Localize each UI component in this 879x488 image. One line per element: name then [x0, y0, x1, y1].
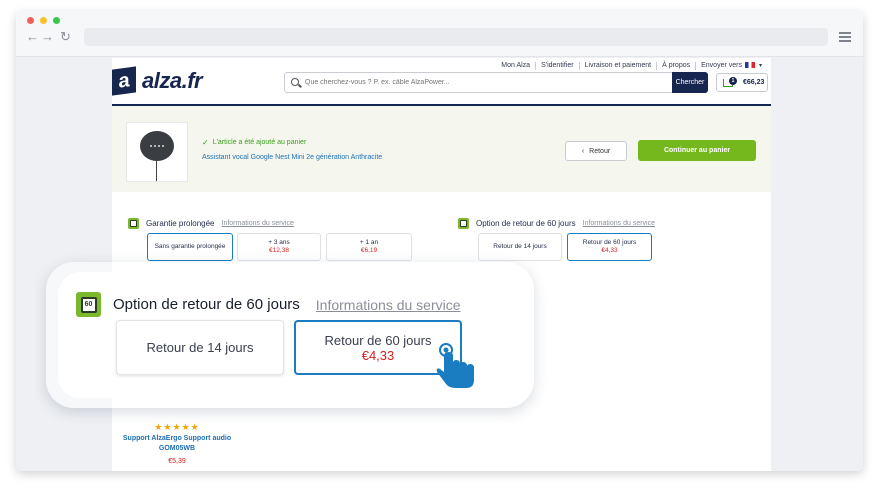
option-label: Retour de 60 jours [582, 239, 637, 246]
cart-icon: 1 [723, 76, 737, 87]
continue-to-cart-button[interactable]: Continuer au panier [638, 140, 756, 161]
back-label: Retour [589, 147, 611, 155]
forward-arrow-icon[interactable]: → [41, 30, 54, 44]
zoom-returns-header: 60 Option de retour de 60 jours Informat… [76, 292, 461, 317]
added-product-name[interactable]: Assistant vocal Google Nest Mini 2e géné… [202, 154, 382, 161]
search-input[interactable] [305, 76, 665, 89]
chevron-down-icon: ▾ [758, 63, 762, 69]
added-message: ✓ L'article a été ajouté au panier [202, 138, 306, 147]
search-icon [291, 78, 299, 86]
back-arrow-icon[interactable]: ← [26, 30, 39, 44]
returns-header: Option de retour de 60 jours Information… [458, 218, 655, 229]
browser-titlebar: ← → ↻ [16, 11, 863, 57]
cart-button[interactable]: 1 €66,23 [716, 73, 768, 92]
check-icon: ✓ [202, 138, 209, 147]
calendar-60-text: 60 [80, 296, 97, 313]
returns-title: Option de retour de 60 jours [476, 219, 576, 228]
option-price: €4,33 [361, 347, 395, 363]
nav-ship-to[interactable]: Envoyer vers ▾ [696, 62, 767, 70]
logo-mark: a [112, 66, 136, 96]
option-label: Retour de 14 jours [493, 243, 547, 250]
warranty-header: Garantie prolongée Informations du servi… [128, 218, 294, 229]
nav-about[interactable]: À propos [657, 62, 697, 70]
search-button[interactable]: Chercher [672, 72, 708, 93]
added-to-cart-panel: ✓ L'article a été ajouté au panier Assis… [112, 106, 771, 192]
zoom-returns-info-link[interactable]: Informations du service [316, 297, 461, 313]
maximize-window-dot[interactable] [53, 17, 60, 24]
address-bar[interactable] [84, 28, 828, 46]
speaker-led [154, 145, 156, 147]
nav-delivery[interactable]: Livraison et paiement [580, 62, 658, 70]
warranty-option-none[interactable]: Sans garantie prolongée [147, 233, 233, 261]
speaker-image [140, 131, 174, 161]
hamburger-menu-icon[interactable] [839, 32, 851, 42]
search-bar: Chercher [284, 72, 708, 93]
speaker-led [162, 145, 164, 147]
zoom-callout: 60 Option de retour de 60 jours Informat… [46, 262, 534, 408]
top-navigation: Mon Alza S'identifier Livraison et paiem… [496, 62, 767, 70]
returns-info-link[interactable]: Informations du service [583, 220, 655, 227]
logo-text: alza.fr [142, 68, 203, 93]
ship-to-label: Envoyer vers [701, 62, 742, 69]
calendar-60-icon: 60 [76, 292, 101, 317]
option-label: + 1 an [359, 239, 379, 246]
close-window-dot[interactable] [27, 17, 34, 24]
site-logo[interactable]: a alza.fr [112, 66, 203, 96]
rating-stars: ★★★★★ [154, 422, 200, 432]
calendar-60-icon [458, 218, 469, 229]
return-option-14-days[interactable]: Retour de 14 jours [478, 233, 562, 261]
option-price: €6,19 [360, 247, 378, 254]
france-flag-icon [744, 62, 755, 69]
recommended-product-name[interactable]: Support AlzaErgo Support audio GOM05WB [120, 434, 234, 454]
zoom-return-option-14-days[interactable]: Retour de 14 jours [116, 320, 284, 375]
cart-total: €66,23 [743, 79, 765, 86]
speaker-cable [156, 161, 157, 181]
warranty-option-3-years[interactable]: + 3 ans €12,38 [237, 233, 321, 261]
cart-count-badge: 1 [729, 76, 737, 85]
nav-login[interactable]: S'identifier [536, 62, 580, 70]
option-price: €4,33 [601, 247, 618, 254]
product-image [126, 122, 188, 182]
zoom-returns-title: Option de retour de 60 jours [113, 296, 300, 313]
option-label: Retour de 14 jours [146, 340, 254, 355]
added-message-text: L'article a été ajouté au panier [212, 139, 307, 146]
speaker-led [150, 145, 152, 147]
recommended-product-price: €5,39 [168, 458, 186, 465]
speaker-led [158, 145, 160, 147]
return-option-60-days[interactable]: Retour de 60 jours €4,33 [567, 233, 652, 261]
warranty-option-1-year[interactable]: + 1 an €6,19 [326, 233, 412, 261]
option-label: + 3 ans [268, 239, 290, 246]
pointer-hand-icon [436, 343, 474, 388]
warranty-info-link[interactable]: Informations du service [222, 220, 294, 227]
minimize-window-dot[interactable] [40, 17, 47, 24]
reload-icon[interactable]: ↻ [60, 30, 71, 44]
option-label: Sans garantie prolongée [154, 243, 226, 250]
warranty-icon [128, 218, 139, 229]
option-price: €12,38 [269, 247, 289, 254]
warranty-title: Garantie prolongée [146, 219, 215, 228]
back-button[interactable]: ‹ Retour [565, 141, 627, 161]
chevron-left-icon: ‹ [581, 147, 585, 155]
nav-my-account[interactable]: Mon Alza [496, 62, 537, 70]
option-label: Retour de 60 jours [324, 332, 432, 348]
